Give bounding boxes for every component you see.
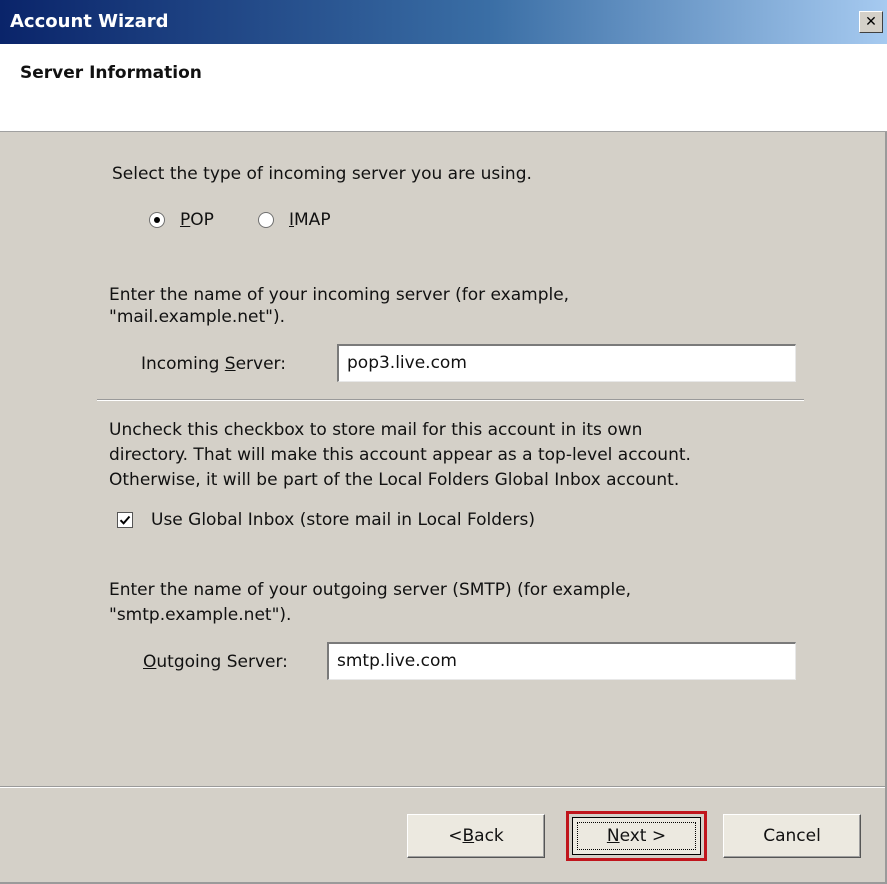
window-title: Account Wizard	[10, 11, 169, 32]
focus-ring	[577, 822, 696, 850]
cancel-button[interactable]: Cancel	[723, 814, 861, 858]
next-button[interactable]: Next >	[572, 817, 701, 855]
pop-radio[interactable]	[149, 212, 165, 228]
outgoing-instruction-line2: "smtp.example.net").	[109, 605, 292, 625]
use-global-inbox-label[interactable]: Use Global Inbox (store mail in Local Fo…	[151, 510, 535, 530]
server-type-instruction: Select the type of incoming server you a…	[112, 164, 532, 184]
global-inbox-text-line3: Otherwise, it will be part of the Local …	[109, 470, 680, 490]
close-button[interactable]: ✕	[859, 11, 883, 33]
global-inbox-text-line2: directory. That will make this account a…	[109, 445, 691, 465]
imap-radio-label[interactable]: IMAP	[289, 210, 331, 230]
title-bar[interactable]: Account Wizard ✕	[0, 0, 887, 44]
global-inbox-text-line1: Uncheck this checkbox to store mail for …	[109, 420, 643, 440]
page-title: Server Information	[20, 63, 202, 83]
section-divider	[97, 399, 804, 401]
incoming-server-label: Incoming Server:	[141, 354, 286, 374]
close-icon: ✕	[865, 14, 877, 30]
pop-radio-label[interactable]: POP	[180, 210, 214, 230]
wizard-header: Server Information	[0, 44, 887, 132]
checkmark-icon	[119, 515, 131, 525]
incoming-instruction-line2: "mail.example.net").	[109, 307, 285, 327]
use-global-inbox-checkbox[interactable]	[117, 512, 133, 528]
incoming-server-input[interactable]: pop3.live.com	[337, 344, 796, 382]
back-button[interactable]: < Back	[407, 814, 545, 858]
account-wizard-window: Account Wizard ✕ Server Information Sele…	[0, 0, 887, 884]
next-button-highlight: Next >	[566, 811, 707, 861]
outgoing-server-input[interactable]: smtp.live.com	[327, 642, 796, 680]
footer-divider	[0, 786, 885, 788]
outgoing-instruction-line1: Enter the name of your outgoing server (…	[109, 580, 632, 600]
imap-radio[interactable]	[258, 212, 274, 228]
incoming-instruction-line1: Enter the name of your incoming server (…	[109, 285, 570, 305]
outgoing-server-label: Outgoing Server:	[143, 652, 288, 672]
